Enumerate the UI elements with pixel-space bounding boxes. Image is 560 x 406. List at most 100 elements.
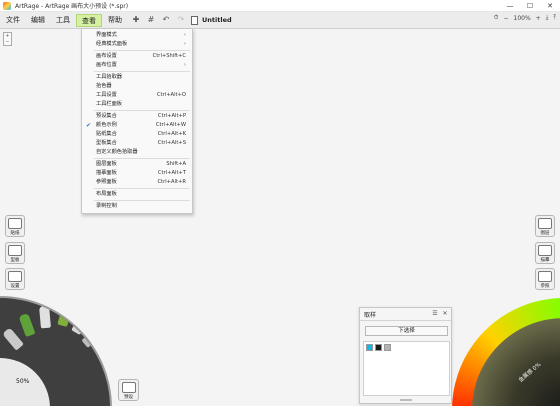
menu-item-shortcut: Ctrl+Alt+K: [157, 131, 186, 137]
color-picker-wheel[interactable]: [452, 298, 560, 406]
next-select-button[interactable]: 下选择: [365, 326, 448, 336]
menu-separator: [94, 188, 190, 189]
tool-slot-pen[interactable]: [71, 310, 91, 336]
menu-item-label: 经典模式面板: [96, 41, 128, 47]
menu-item-label: 预设集合: [96, 113, 117, 119]
maximize-button[interactable]: ☐: [520, 0, 540, 12]
color-swatch[interactable]: [366, 344, 373, 351]
document-tab[interactable]: Untitled: [191, 15, 232, 25]
settings-label: 设置: [10, 284, 20, 289]
layers-label: 图层: [540, 231, 550, 236]
submenu-arrow-icon: ›: [183, 32, 186, 38]
menu-item-label: 布局面板: [96, 191, 117, 197]
sampler-menu-icon[interactable]: ☰: [431, 310, 439, 318]
menu-item-label: 型板集合: [96, 140, 117, 146]
presets-pod[interactable]: 预设: [118, 379, 139, 401]
menu-item-shortcut: Ctrl+Alt+S: [157, 140, 186, 146]
stickers-pod[interactable]: 贴纸: [5, 215, 25, 237]
view-menu-item[interactable]: 经典模式面板 ›: [82, 40, 192, 49]
menu-item-shortcut: Ctrl+Alt+W: [155, 122, 186, 128]
menu-item-shortcut: Ctrl+Shift+C: [152, 53, 186, 59]
tool-slot-brush[interactable]: [57, 303, 73, 327]
reference-icon: [538, 271, 552, 282]
redo-icon[interactable]: ↷: [175, 14, 187, 26]
view-menu-item[interactable]: 型板集合 Ctrl+Alt+S: [82, 139, 192, 148]
tool-slot-pencil[interactable]: [81, 326, 105, 348]
menu-separator: [94, 50, 190, 51]
view-menu-item[interactable]: 自定义颜色拾取器: [82, 148, 192, 157]
menu-file[interactable]: 文件: [1, 14, 25, 27]
close-button[interactable]: ✕: [540, 0, 560, 12]
settings-pod[interactable]: 设置: [5, 268, 25, 290]
sampler-header: 取样 ☰ ✕: [360, 308, 451, 321]
view-menu-item[interactable]: 录制控制: [82, 202, 192, 211]
layers-pod[interactable]: 图层: [535, 215, 555, 237]
reference-pod[interactable]: 参照: [535, 268, 555, 290]
tool-slot-marker[interactable]: [18, 312, 36, 338]
view-menu-item[interactable]: 画布设置 Ctrl+Shift+C: [82, 52, 192, 61]
tool-picker-wheel[interactable]: [0, 296, 112, 406]
download-icon[interactable]: ⤓: [546, 14, 549, 22]
view-menu-item[interactable]: 参照面板 Ctrl+Alt+R: [82, 178, 192, 187]
resize-grip[interactable]: [400, 399, 412, 401]
view-menu-item[interactable]: 工具设置 Ctrl+Alt+O: [82, 91, 192, 100]
grid-icon[interactable]: #: [145, 14, 157, 26]
menu-item-label: 画布位置: [96, 62, 117, 68]
tracing-pod[interactable]: 描摹: [535, 242, 555, 264]
brush-size-label: 50%: [16, 378, 30, 385]
zoom-level[interactable]: 100%: [514, 15, 531, 22]
move-icon[interactable]: ✚: [130, 14, 142, 26]
sampler-close-icon[interactable]: ✕: [441, 310, 449, 318]
zoom-out-icon[interactable]: −: [503, 15, 508, 22]
color-swatch[interactable]: [384, 344, 391, 351]
tool-slot-knife[interactable]: [39, 305, 51, 329]
color-shade-area[interactable]: [472, 318, 560, 406]
tracing-label: 描摹: [540, 258, 550, 263]
menu-separator: [94, 71, 190, 72]
menu-edit[interactable]: 编辑: [26, 14, 50, 27]
submenu-arrow-icon: ›: [183, 41, 186, 47]
menu-item-label: 工具拾取器: [96, 74, 122, 80]
menu-view[interactable]: 查看: [76, 13, 102, 27]
zoom-in-icon[interactable]: +: [536, 15, 541, 22]
color-swatch[interactable]: [375, 344, 382, 351]
reference-label: 参照: [540, 284, 550, 289]
presets-icon: [121, 382, 136, 393]
menu-help[interactable]: 帮助: [103, 14, 127, 27]
view-menu-item[interactable]: 工具拾取器: [82, 73, 192, 82]
sticker-icon: [8, 218, 22, 229]
view-menu-item[interactable]: 工具栏面板: [82, 100, 192, 109]
stencils-pod[interactable]: 型板: [5, 242, 25, 264]
checkmark-icon: ✔: [86, 122, 92, 129]
sampler-title: 取样: [364, 311, 377, 319]
undo-icon[interactable]: ↶: [160, 14, 172, 26]
menu-tools[interactable]: 工具: [51, 14, 75, 27]
app-logo: [3, 1, 11, 10]
view-menu-item[interactable]: 图层面板 Shift+A: [82, 160, 192, 169]
window-title: ArtRage - ArtRage 画布大小预设 (*.spr): [15, 3, 129, 10]
timer-icon[interactable]: ⏱: [494, 14, 499, 22]
menu-item-shortcut: Ctrl+Alt+P: [157, 113, 186, 119]
menu-item-label: 颜色示例: [96, 122, 117, 128]
minimize-button[interactable]: —: [500, 0, 520, 12]
menu-item-label: 拾色器: [96, 83, 112, 89]
presets-label: 预设: [124, 395, 133, 400]
view-menu-item[interactable]: 布局面板: [82, 190, 192, 199]
view-menu-item[interactable]: 画布位置 ›: [82, 61, 192, 70]
menu-separator: [94, 110, 190, 111]
view-menu-item[interactable]: 贴纸集合 Ctrl+Alt+K: [82, 130, 192, 139]
menu-item-shortcut: Ctrl+Alt+T: [157, 170, 186, 176]
menu-item-label: 录制控制: [96, 203, 117, 209]
canvas-nav-widget[interactable]: + −: [3, 32, 12, 46]
menu-item-label: 描摹面板: [96, 170, 117, 176]
tool-slot-roller[interactable]: [2, 327, 24, 351]
view-menu-item[interactable]: 拾色器: [82, 82, 192, 91]
fit-icon[interactable]: ⤒: [553, 14, 556, 22]
view-menu-item[interactable]: ✔ 颜色示例 Ctrl+Alt+W: [82, 121, 192, 130]
view-menu-item[interactable]: 描摹面板 Ctrl+Alt+T: [82, 169, 192, 178]
view-menu-item[interactable]: 预设集合 Ctrl+Alt+P: [82, 112, 192, 121]
tracing-icon: [538, 245, 552, 256]
view-menu-item[interactable]: 界面模式 ›: [82, 31, 192, 40]
menu-item-label: 自定义颜色拾取器: [96, 149, 138, 155]
stencils-label: 型板: [10, 258, 20, 263]
